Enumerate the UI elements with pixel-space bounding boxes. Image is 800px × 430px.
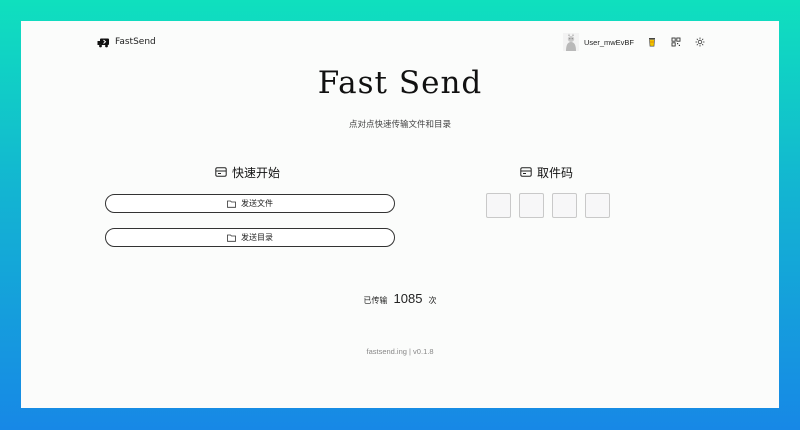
stats-prefix: 已传输 (363, 296, 388, 305)
qr-icon[interactable] (671, 37, 681, 47)
code-digit-3[interactable] (552, 193, 577, 218)
cup-icon[interactable] (647, 37, 657, 47)
transfer-stats: 已传输 1085 次 (21, 291, 779, 306)
send-directory-label: 发送目录 (241, 233, 273, 242)
code-digit-4[interactable] (585, 193, 610, 218)
theme-sun-icon[interactable] (695, 37, 705, 47)
quick-start-heading: 快速开始 (215, 164, 280, 180)
code-digit-2[interactable] (519, 193, 544, 218)
folder-icon (227, 234, 236, 242)
brand-name: FastSend (115, 37, 156, 47)
pickup-code-label: 取件码 (537, 165, 574, 180)
send-directory-button[interactable]: 发送目录 (105, 228, 395, 247)
transfer-count: 1085 (393, 291, 423, 306)
avatar[interactable] (563, 33, 579, 51)
quick-start-label: 快速开始 (232, 165, 281, 180)
page-subtitle: 点对点快速传输文件和目录 (348, 120, 451, 130)
truck-icon (97, 37, 110, 48)
footer-version: fastsend.ing | v0.1.8 (366, 347, 434, 356)
send-file-button[interactable]: 发送文件 (105, 194, 395, 213)
pickup-code-inputs (486, 193, 610, 218)
header-actions: User_mwEvBF (563, 31, 719, 53)
app-window: FastSend User_mwEvBF Fast Send 点对点快速传输文件… (21, 21, 779, 408)
code-digit-1[interactable] (486, 193, 511, 218)
brand-logo-link[interactable]: FastSend (97, 35, 156, 49)
username: User_mwEvBF (584, 37, 635, 47)
pickup-code-heading: 取件码 (520, 164, 573, 180)
stats-suffix: 次 (428, 296, 437, 305)
receive-box-icon (520, 167, 532, 177)
send-box-icon (215, 167, 227, 177)
folder-icon (227, 200, 236, 208)
page-title: Fast Send (317, 65, 483, 101)
send-file-label: 发送文件 (241, 199, 273, 208)
